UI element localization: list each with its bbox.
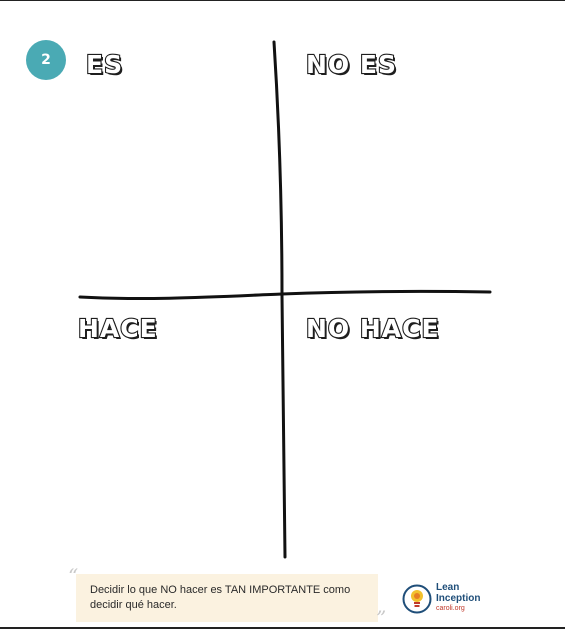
quadrant-label-hace: HACE: [77, 314, 158, 343]
horizontal-axis: [78, 289, 492, 301]
vertical-axis: [272, 40, 287, 559]
logo-line-1: Lean: [436, 582, 460, 593]
logo-url: caroli.org: [436, 605, 465, 612]
quote-text: Decidir lo que NO hacer es TAN IMPORTANT…: [90, 584, 351, 611]
open-quote-icon: “: [68, 564, 79, 588]
logo-line-2: Inception: [436, 593, 481, 604]
close-quote-icon: ”: [376, 606, 387, 630]
quadrant-label-no-hace: NO HACE: [305, 314, 440, 343]
brand-logo: Lean Inception caroli.org: [436, 582, 480, 613]
quote-box: Decidir lo que NO hacer es TAN IMPORTANT…: [76, 574, 378, 622]
quadrant-label-es: ES: [85, 50, 124, 79]
quadrant-label-no-es: NO ES: [305, 50, 397, 79]
lightbulb-icon: [402, 584, 432, 614]
